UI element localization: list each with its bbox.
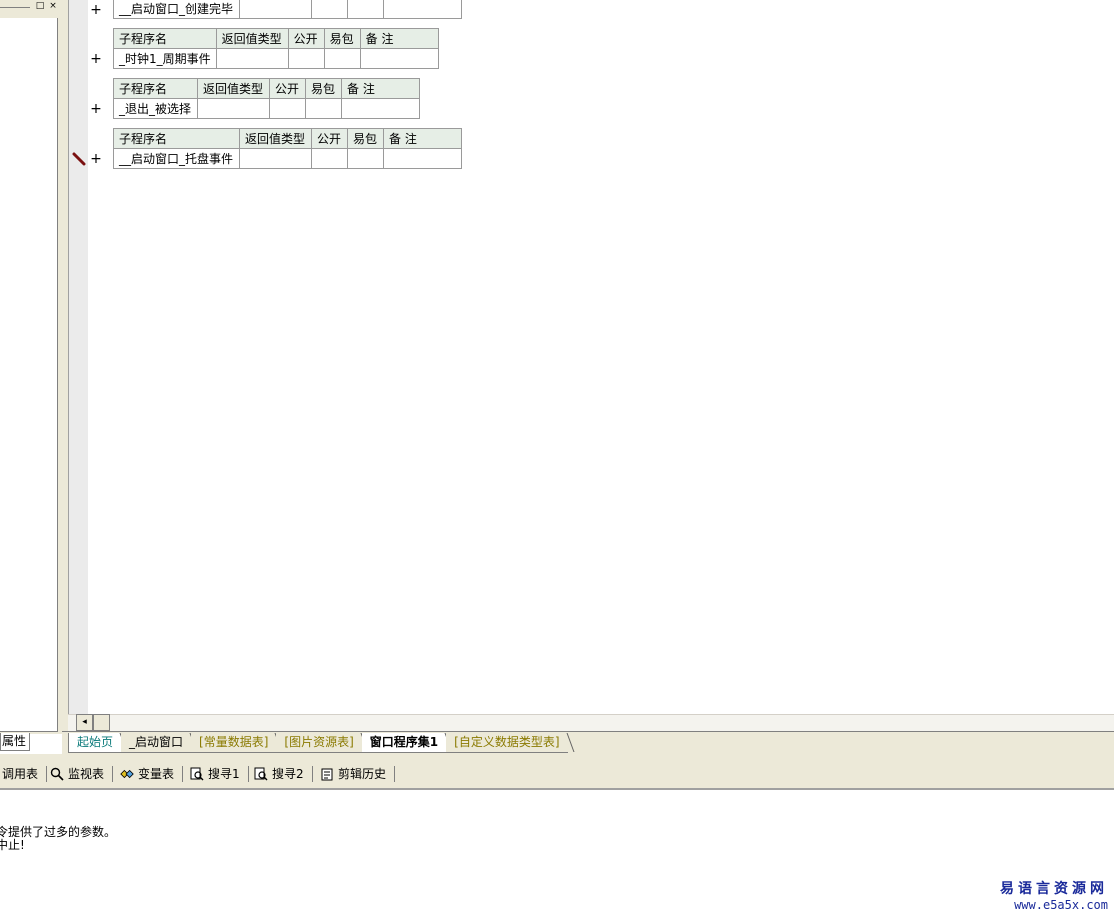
toolbar-divider: [394, 766, 396, 782]
epackage-cell[interactable]: [323, 48, 361, 69]
subroutine-name-cell[interactable]: __启动窗口_创建完毕: [113, 0, 240, 19]
remark-cell[interactable]: [383, 0, 462, 19]
variable-table-button[interactable]: 变量表: [120, 765, 184, 783]
left-panel: □ ×: [0, 0, 62, 734]
return-type-cell[interactable]: [239, 0, 312, 19]
editor-tabs: 起始页 _启动窗口 [常量数据表] [图片资源表] 窗口程序集1 [自定义数据类…: [68, 733, 568, 753]
remark-cell[interactable]: [383, 148, 462, 169]
call-table-button[interactable]: 调用表: [2, 765, 48, 783]
header-epackage: 易包: [347, 128, 384, 149]
public-cell[interactable]: [287, 48, 325, 69]
search-doc-icon: [254, 767, 268, 781]
restore-icon[interactable]: □: [34, 1, 46, 13]
header-remark: 备 注: [341, 78, 420, 99]
tab-properties[interactable]: 属性: [0, 733, 30, 751]
clipboard-icon: [321, 768, 333, 781]
tab-custom-types[interactable]: [自定义数据类型表]: [446, 733, 568, 753]
tab-start-page[interactable]: 起始页: [68, 733, 122, 753]
return-type-cell[interactable]: [197, 98, 270, 119]
header-public: 公开: [311, 128, 348, 149]
watermark-url: www.e5a5x.com: [1014, 898, 1108, 912]
header-public: 公开: [287, 28, 325, 49]
subroutine-table: 子程序名 返回值类型 公开 易包 备 注 __启动窗口_托盘事件: [113, 128, 462, 169]
subroutine-name-cell[interactable]: _时钟1_周期事件: [113, 48, 217, 69]
tab-window-assembly[interactable]: 窗口程序集1: [361, 733, 447, 753]
edit-pencil-icon: [72, 152, 86, 166]
return-type-cell[interactable]: [215, 48, 289, 69]
line-gutter: [68, 0, 88, 714]
search2-button[interactable]: 搜寻2: [254, 765, 313, 783]
tab-startup-window[interactable]: _启动窗口: [121, 733, 192, 753]
expand-icon[interactable]: +: [90, 3, 102, 17]
search1-label: 搜寻1: [208, 767, 240, 781]
output-line: 中止!: [0, 838, 25, 852]
header-public: 公开: [269, 78, 306, 99]
variable-table-label: 变量表: [138, 767, 175, 781]
remark-cell[interactable]: [341, 98, 420, 119]
output-panel[interactable]: [0, 790, 1114, 914]
variables-icon: [120, 769, 134, 779]
header-remark: 备 注: [359, 28, 439, 49]
horizontal-scrollbar[interactable]: [68, 714, 1114, 731]
call-table-label: 调用表: [2, 767, 39, 781]
header-return-type: 返回值类型: [239, 128, 312, 149]
epackage-cell[interactable]: [305, 98, 342, 119]
close-icon[interactable]: ×: [47, 1, 59, 13]
header-name: 子程序名: [113, 128, 240, 149]
toolbar-divider: [182, 766, 184, 782]
toolbar-divider: [112, 766, 114, 782]
watermark-title: 易语言资源网: [1000, 881, 1108, 897]
header-name: 子程序名: [113, 28, 217, 49]
header-name: 子程序名: [113, 78, 198, 99]
clip-history-label: 剪辑历史: [338, 767, 387, 781]
toolbar-divider: [46, 766, 48, 782]
search1-button[interactable]: 搜寻1: [190, 765, 249, 783]
titlebar-grip: [0, 7, 30, 8]
subroutine-table: __启动窗口_创建完毕: [113, 0, 462, 19]
epackage-cell[interactable]: [347, 148, 384, 169]
left-panel-titlebar: □ ×: [0, 0, 62, 16]
header-epackage: 易包: [305, 78, 342, 99]
magnifier-icon: [50, 767, 64, 781]
search-doc-icon: [190, 767, 204, 781]
remark-cell[interactable]: [359, 48, 439, 69]
header-return-type: 返回值类型: [197, 78, 270, 99]
public-cell[interactable]: [311, 0, 348, 19]
header-epackage: 易包: [323, 28, 361, 49]
public-cell[interactable]: [269, 98, 306, 119]
expand-icon[interactable]: +: [90, 102, 102, 116]
watermark: 易语言资源网 www.e5a5x.com: [1000, 878, 1108, 912]
header-return-type: 返回值类型: [215, 28, 289, 49]
subroutine-name-cell[interactable]: _退出_被选择: [113, 98, 198, 119]
return-type-cell[interactable]: [239, 148, 312, 169]
toolbar-divider: [247, 766, 249, 782]
watch-table-button[interactable]: 监视表: [50, 765, 114, 783]
tab-image-resources[interactable]: [图片资源表]: [276, 733, 362, 753]
subroutine-table: 子程序名 返回值类型 公开 易包 备 注 _时钟1_周期事件: [113, 28, 439, 69]
header-remark: 备 注: [383, 128, 462, 149]
bottom-toolbar: 调用表 监视表 变量表 搜寻1 搜寻2 剪辑历史: [0, 758, 1114, 790]
expand-icon[interactable]: +: [90, 52, 102, 66]
scroll-thumb[interactable]: [93, 714, 110, 731]
epackage-cell[interactable]: [347, 0, 384, 19]
expand-icon[interactable]: +: [90, 152, 102, 166]
public-cell[interactable]: [311, 148, 348, 169]
clip-history-button[interactable]: 剪辑历史: [320, 765, 396, 783]
search2-label: 搜寻2: [272, 767, 304, 781]
scroll-left-icon[interactable]: ◂: [76, 714, 93, 731]
subroutine-table: 子程序名 返回值类型 公开 易包 备 注 _退出_被选择: [113, 78, 420, 119]
watch-table-label: 监视表: [68, 767, 105, 781]
tab-constants[interactable]: [常量数据表]: [191, 733, 277, 753]
subroutine-name-cell[interactable]: __启动窗口_托盘事件: [113, 148, 240, 169]
toolbar-divider: [311, 766, 313, 782]
property-list[interactable]: [0, 18, 58, 732]
